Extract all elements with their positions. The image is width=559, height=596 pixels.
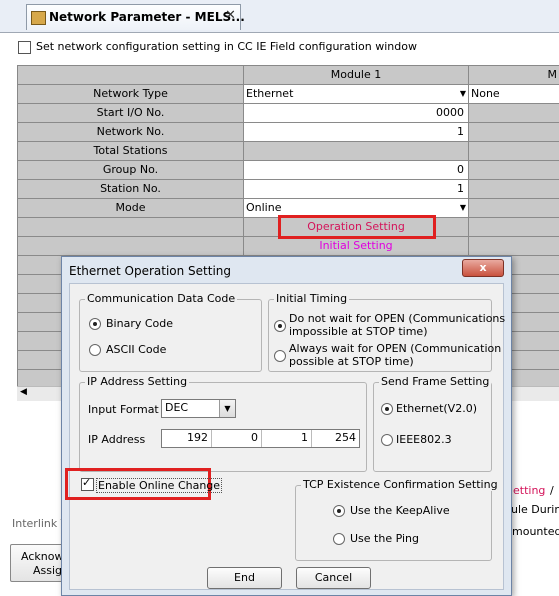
no-wait-open-line1: Do not wait for OPEN (Communications [289, 312, 506, 325]
grid-corner [18, 66, 244, 85]
communication-group-title: Communication Data Code [85, 292, 238, 305]
ip-setting-title: IP Address Setting [85, 375, 190, 388]
row-label-operation [18, 218, 244, 237]
scroll-left-icon[interactable]: ◀ [20, 387, 27, 397]
ip-octet-1[interactable]: 192 [162, 430, 212, 447]
initial-setting-button[interactable]: Initial Setting [244, 237, 469, 256]
acknowl-label: Acknowl [21, 550, 67, 563]
send-frame-setting-group: Send Frame Setting Ethernet(V2.0) IEEE80… [373, 375, 492, 472]
cancel-button[interactable]: Cancel [296, 567, 371, 589]
binary-code-radio[interactable] [89, 318, 101, 330]
chevron-down-icon[interactable]: ▼ [219, 400, 235, 417]
send-frame-title: Send Frame Setting [379, 375, 492, 388]
module2-header: M [469, 66, 559, 85]
tab-strip: Network Parameter - MELS... ✕ [0, 0, 559, 33]
module2-total-stations [469, 142, 559, 161]
bg-mounted-text: mounted. [512, 525, 559, 538]
initial-timing-title: Initial Timing [274, 292, 350, 305]
row-label-station-no: Station No. [18, 180, 244, 199]
total-stations-field [244, 142, 469, 161]
network-type-dropdown[interactable]: Ethernet ▼ [244, 85, 469, 104]
tcp-confirmation-group: TCP Existence Confirmation Setting Use t… [295, 478, 500, 561]
start-io-field[interactable]: 0000 [244, 104, 469, 123]
tcp-title: TCP Existence Confirmation Setting [301, 478, 500, 491]
config-window-checkbox[interactable] [18, 41, 31, 54]
module2-initial [469, 237, 559, 256]
always-wait-open-line2: possible at STOP time) [289, 355, 414, 368]
always-wait-open-line1: Always wait for OPEN (Communication [289, 342, 502, 355]
network-parameter-icon [31, 11, 46, 25]
no-wait-open-radio[interactable] [274, 320, 286, 332]
network-no-field[interactable]: 1 [244, 123, 469, 142]
bg-setting-link[interactable]: etting [513, 484, 545, 497]
ip-address-setting-group: IP Address Setting Input Format DEC ▼ IP… [79, 375, 367, 472]
mode-value: Online [246, 201, 282, 214]
module2-start-io [469, 104, 559, 123]
module2-station-no [469, 180, 559, 199]
bg-slash: / [550, 484, 554, 497]
end-button[interactable]: End [207, 567, 282, 589]
row-label-group-no: Group No. [18, 161, 244, 180]
bg-during-text: ule During [511, 503, 559, 516]
ieee8023-radio[interactable] [381, 434, 393, 446]
online-change-checkbox[interactable]: ✓ [81, 476, 94, 491]
row-label-network-no: Network No. [18, 123, 244, 142]
ethernet-v2-label: Ethernet(V2.0) [396, 402, 477, 415]
ip-octet-3[interactable]: 1 [262, 430, 312, 447]
communication-data-code-group: Communication Data Code Binary Code ASCI… [79, 292, 262, 372]
row-label-mode: Mode [18, 199, 244, 218]
ip-address-label: IP Address [88, 433, 146, 446]
ip-address-field[interactable]: 192 0 1 254 [161, 429, 360, 448]
ip-octet-4[interactable]: 254 [312, 430, 359, 447]
keepalive-radio[interactable] [333, 505, 345, 517]
checkmark-icon: ✓ [82, 476, 92, 489]
close-icon[interactable]: x [462, 259, 504, 277]
row-label-network-type: Network Type [18, 85, 244, 104]
module2-group-no [469, 161, 559, 180]
ethernet-v2-radio[interactable] [381, 403, 393, 415]
module2-network-no [469, 123, 559, 142]
online-change-label: Enable Online Change [96, 478, 223, 493]
tab-network-parameter[interactable]: Network Parameter - MELS... ✕ [26, 4, 245, 30]
module2-mode [469, 199, 559, 218]
chevron-down-icon[interactable]: ▼ [460, 199, 466, 217]
ascii-code-radio[interactable] [89, 344, 101, 356]
module2-operation [469, 218, 559, 237]
ieee8023-label: IEEE802.3 [396, 433, 452, 446]
row-label-initial [18, 237, 244, 256]
config-window-label: Set network configuration setting in CC … [36, 40, 417, 53]
station-no-field[interactable]: 1 [244, 180, 469, 199]
operation-setting-highlight [278, 215, 436, 239]
initial-timing-group: Initial Timing Do not wait for OPEN (Com… [268, 292, 505, 372]
input-format-value: DEC [165, 401, 189, 414]
module1-header: Module 1 [244, 66, 469, 85]
row-label-start-io: Start I/O No. [18, 104, 244, 123]
dialog-title: Ethernet Operation Setting [69, 264, 232, 278]
bg-interlink-text: Interlink T [12, 517, 68, 530]
tab-title: Network Parameter - MELS... [49, 10, 245, 24]
always-wait-open-radio[interactable] [274, 350, 286, 362]
input-format-label: Input Format [88, 403, 159, 416]
binary-code-label: Binary Code [106, 317, 174, 330]
no-wait-open-line2: impossible at STOP time) [289, 325, 428, 338]
close-icon[interactable]: ✕ [223, 8, 238, 23]
ethernet-operation-dialog: Ethernet Operation Setting x Communicati… [61, 256, 512, 596]
keepalive-label: Use the KeepAlive [350, 504, 450, 517]
ping-label: Use the Ping [350, 532, 419, 545]
group-no-field[interactable]: 0 [244, 161, 469, 180]
ascii-code-label: ASCII Code [106, 343, 167, 356]
chevron-down-icon[interactable]: ▼ [460, 85, 466, 103]
assign-label: Assig [33, 564, 63, 577]
ip-octet-2[interactable]: 0 [212, 430, 262, 447]
input-format-select[interactable]: DEC ▼ [161, 399, 236, 418]
module2-network-type[interactable]: None [469, 85, 559, 104]
network-type-value: Ethernet [246, 87, 294, 100]
row-label-total-stations: Total Stations [18, 142, 244, 161]
dialog-body: Communication Data Code Binary Code ASCI… [65, 283, 505, 590]
ping-radio[interactable] [333, 533, 345, 545]
